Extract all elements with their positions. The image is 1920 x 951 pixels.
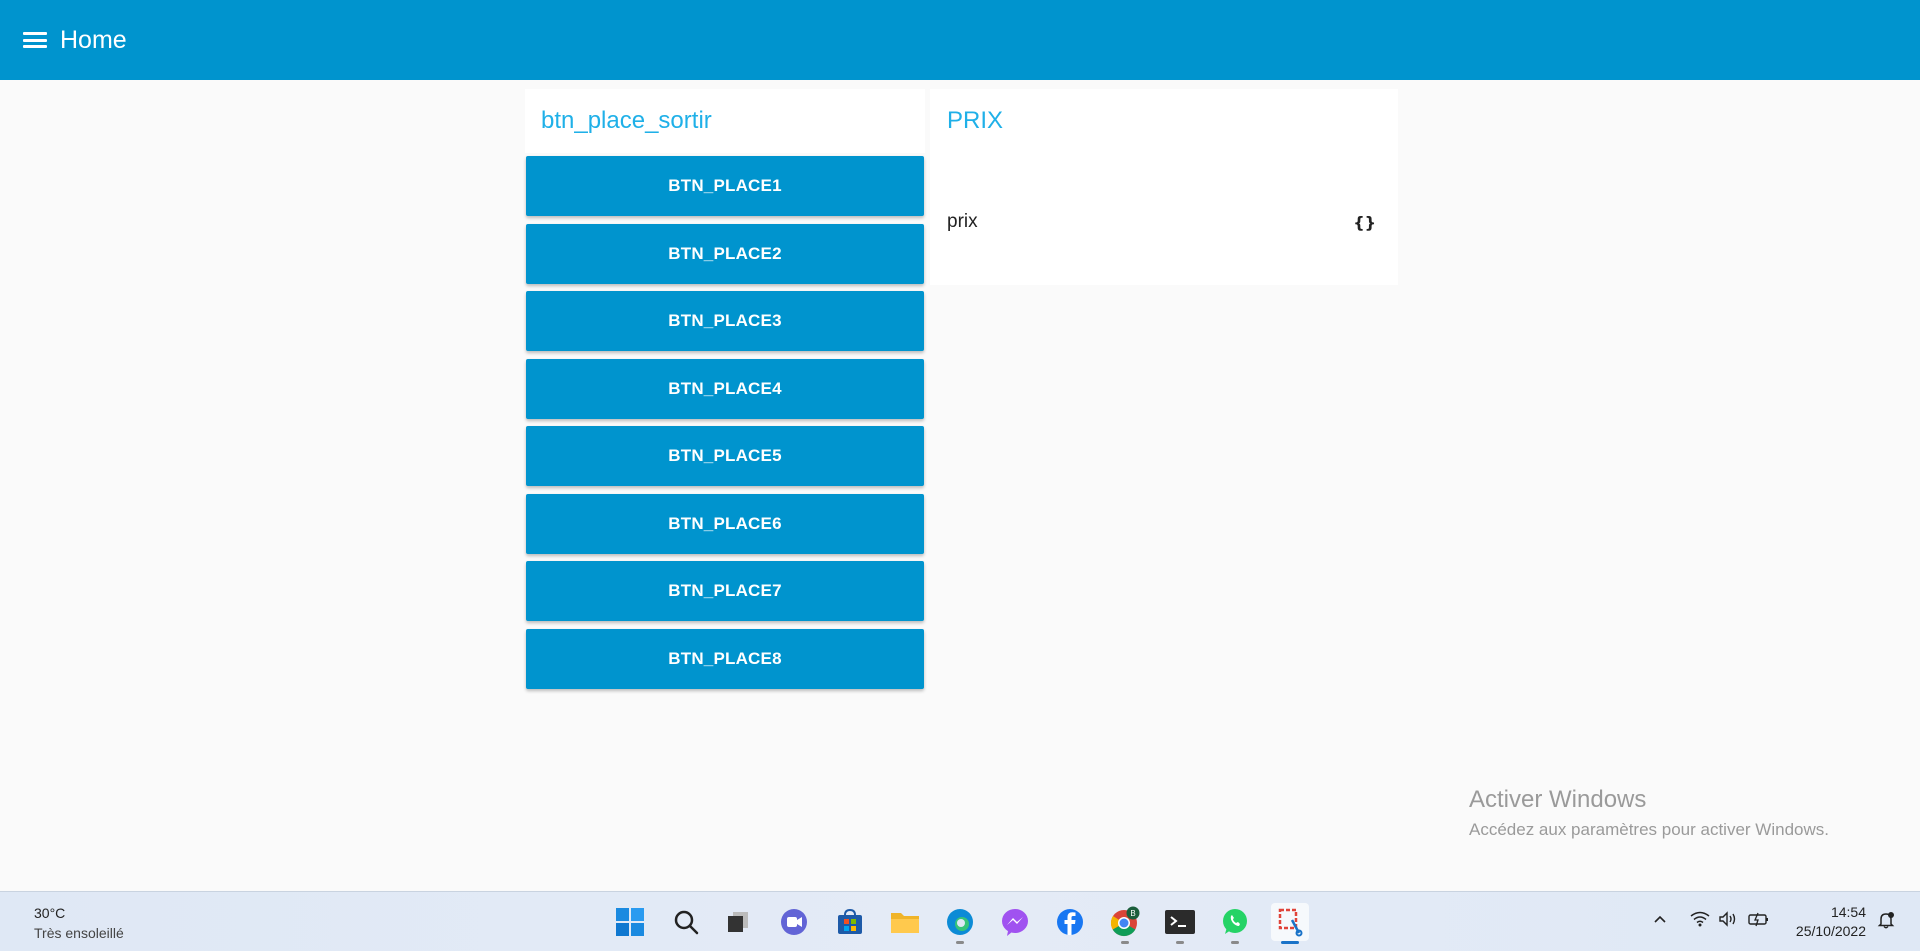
weather-widget[interactable]: 30°C Très ensoleillé (34, 903, 124, 943)
notification-bell-icon[interactable] (1877, 911, 1895, 934)
file-explorer-icon[interactable] (886, 903, 924, 941)
group-title: btn_place_sortir (541, 107, 712, 134)
group-title: PRIX (947, 107, 1004, 134)
group-prix: PRIX prix {} (930, 89, 1398, 285)
windows-start-icon[interactable] (611, 903, 649, 941)
whatsapp-icon[interactable] (1216, 903, 1254, 944)
clock[interactable]: 14:54 25/10/2022 (1790, 903, 1866, 941)
watermark-text: Accédez aux paramètres pour activer Wind… (1469, 820, 1829, 839)
volume-icon[interactable] (1718, 911, 1738, 932)
store-icon[interactable] (831, 903, 869, 941)
clock-time: 14:54 (1830, 904, 1866, 920)
btn-place1[interactable]: BTN_PLACE1 (526, 156, 924, 216)
weather-desc: Très ensoleillé (34, 925, 124, 941)
btn-place8[interactable]: BTN_PLACE8 (526, 629, 924, 689)
chrome-profile-badge: B (1130, 909, 1135, 918)
terminal-icon[interactable] (1161, 903, 1199, 944)
messenger-icon[interactable] (996, 903, 1034, 941)
wifi-icon[interactable] (1690, 911, 1710, 932)
btn-place3[interactable]: BTN_PLACE3 (526, 291, 924, 351)
prix-row: prix {} (947, 211, 1376, 233)
activation-watermark: Activer Windows Accédez aux paramètres p… (1469, 786, 1829, 840)
chevron-up-icon[interactable] (1652, 911, 1668, 932)
clock-date: 25/10/2022 (1795, 923, 1866, 939)
search-icon[interactable] (667, 903, 705, 941)
prix-label: prix (947, 211, 978, 232)
group-btn-place-sortir: btn_place_sortir BTN_PLACE1 BTN_PLACE2 B… (525, 89, 925, 689)
btn-place4[interactable]: BTN_PLACE4 (526, 359, 924, 419)
btn-place7[interactable]: BTN_PLACE7 (526, 561, 924, 621)
watermark-title: Activer Windows (1469, 786, 1647, 813)
snipping-tool-icon[interactable] (1271, 903, 1309, 944)
task-view-icon[interactable] (719, 903, 757, 941)
prix-value: {} (1353, 212, 1376, 232)
edge-icon[interactable] (941, 903, 979, 944)
app-header: Home (0, 0, 1920, 80)
teams-icon[interactable] (775, 903, 813, 941)
btn-place6[interactable]: BTN_PLACE6 (526, 494, 924, 554)
chrome-icon[interactable]: B (1106, 903, 1144, 944)
menu-icon[interactable] (23, 30, 47, 50)
btn-place2[interactable]: BTN_PLACE2 (526, 224, 924, 284)
taskbar: 30°C Très ensoleillé B 14:54 25/10/2022 (0, 891, 1920, 951)
battery-icon[interactable] (1748, 911, 1770, 932)
page-title: Home (60, 25, 127, 54)
weather-temp: 30°C (34, 905, 66, 921)
facebook-icon[interactable] (1051, 903, 1089, 941)
btn-place5[interactable]: BTN_PLACE5 (526, 426, 924, 486)
